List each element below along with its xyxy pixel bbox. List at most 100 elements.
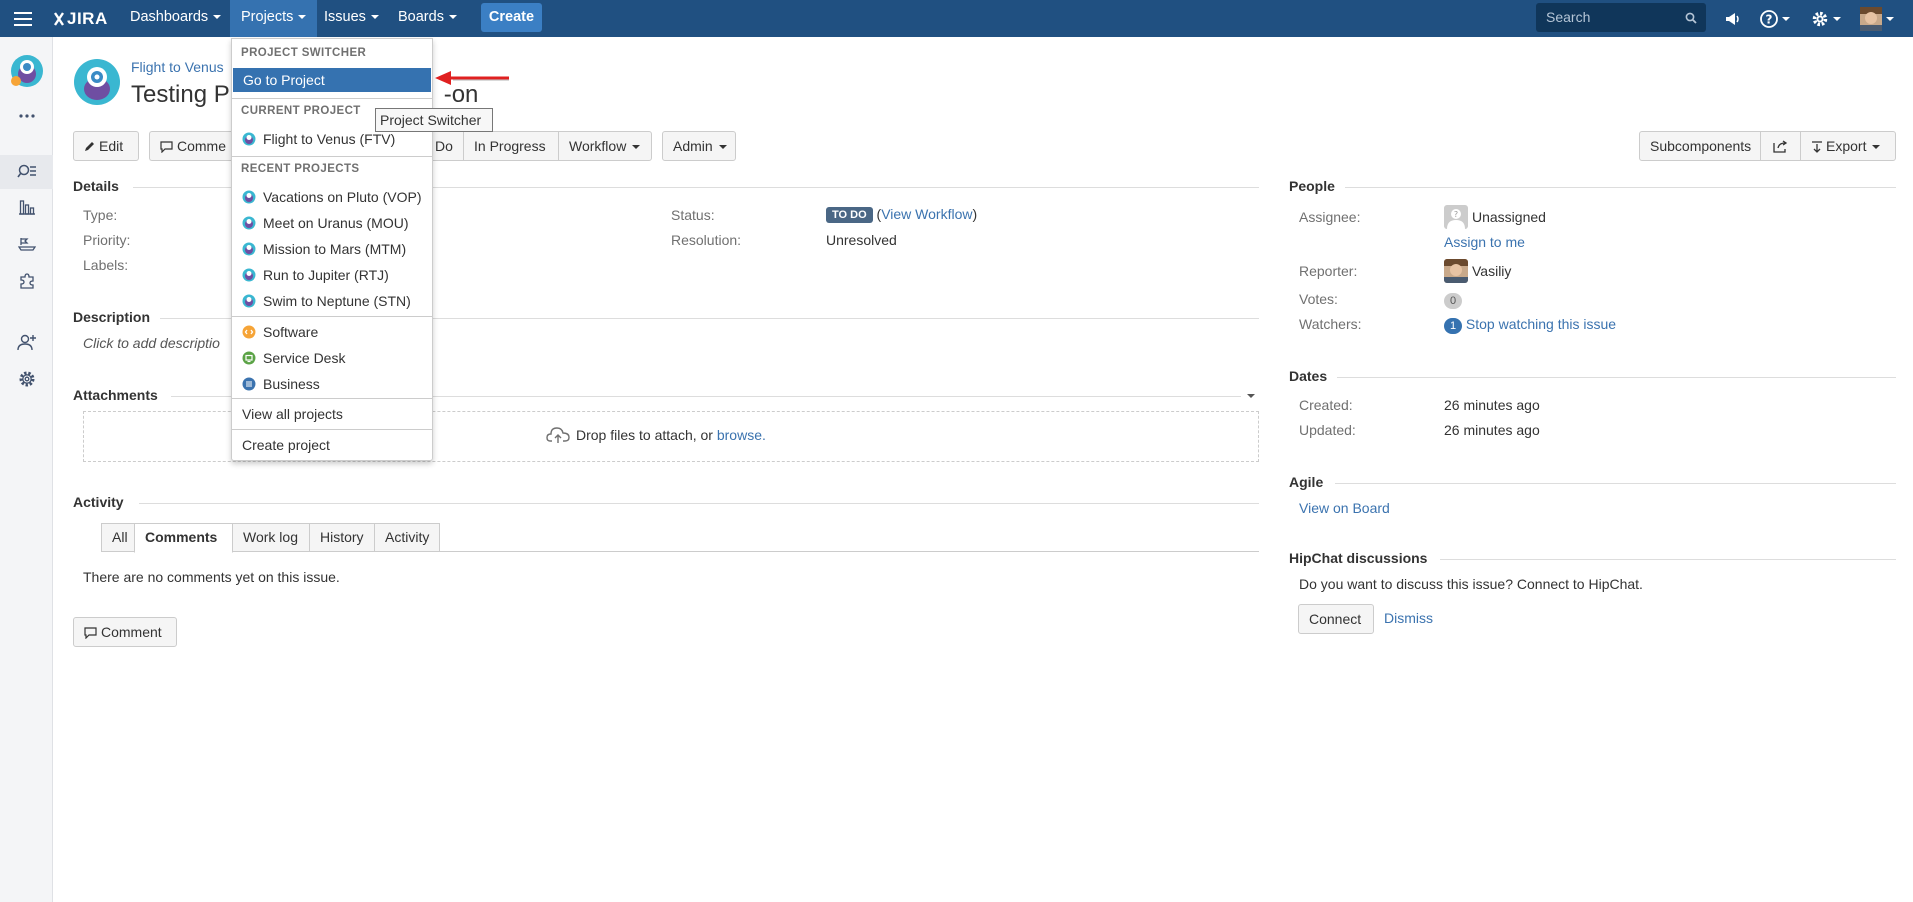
business-type-icon: [242, 377, 256, 391]
description-heading[interactable]: Description: [73, 309, 150, 325]
details-heading[interactable]: Details: [73, 178, 119, 194]
project-avatar-icon: [242, 132, 256, 146]
chevron-down-icon: [1833, 16, 1841, 21]
project-type-business-item[interactable]: Business: [232, 372, 432, 396]
recent-project-item[interactable]: Vacations on Pluto (VOP): [232, 185, 432, 209]
user-profile-menu[interactable]: [1860, 0, 1894, 37]
project-avatar[interactable]: [73, 58, 121, 106]
created-value: 26 minutes ago: [1444, 397, 1540, 413]
agile-heading[interactable]: Agile: [1289, 474, 1323, 490]
people-heading[interactable]: People: [1289, 178, 1335, 194]
project-switcher-heading: PROJECT SWITCHER: [241, 47, 367, 59]
status-value: TO DO (View Workflow): [826, 206, 977, 223]
chevron-down-icon: [370, 15, 379, 20]
description-placeholder[interactable]: Click to add descriptio: [83, 335, 220, 351]
stop-watching-link[interactable]: Stop watching this issue: [1466, 316, 1616, 332]
attachments-options-chevron-icon[interactable]: [1247, 394, 1255, 398]
comment-icon: [84, 627, 97, 639]
nav-dashboards[interactable]: Dashboards: [119, 0, 232, 37]
in-progress-label: In Progress: [474, 138, 546, 154]
recent-project-item[interactable]: Swim to Neptune (STN): [232, 289, 432, 313]
assignee-value[interactable]: Unassigned: [1472, 209, 1546, 225]
current-project-heading: CURRENT PROJECT: [241, 105, 361, 117]
watchers-label: Watchers:: [1299, 316, 1362, 332]
updated-label: Updated:: [1299, 422, 1356, 438]
share-button[interactable]: [1760, 131, 1801, 161]
go-to-project-item[interactable]: Go to Project: [233, 68, 431, 92]
tab-comments-label: Comments: [145, 529, 218, 545]
votes-value[interactable]: 0: [1444, 291, 1462, 309]
recent-project-label: Swim to Neptune (STN): [263, 293, 411, 309]
project-avatar-icon: [74, 59, 120, 105]
menu-divider: [232, 398, 432, 399]
settings-menu[interactable]: [1811, 0, 1841, 37]
project-type-service-desk-item[interactable]: Service Desk: [232, 346, 432, 370]
votes-count-badge[interactable]: 0: [1444, 293, 1462, 309]
sidebar-releases-ship-icon[interactable]: [0, 227, 53, 261]
go-to-project-label: Go to Project: [243, 72, 325, 88]
subcomponents-button[interactable]: Subcomponents: [1639, 131, 1761, 161]
hipchat-divider: [1440, 559, 1896, 560]
workflow-menu-button[interactable]: Workflow: [558, 131, 652, 161]
tab-work-log-label: Work log: [243, 529, 298, 545]
create-project-item[interactable]: Create project: [232, 433, 432, 457]
recent-project-item[interactable]: Mission to Mars (MTM): [232, 237, 432, 261]
tab-activity[interactable]: Activity: [374, 523, 440, 552]
view-all-projects-item[interactable]: View all projects: [232, 402, 432, 426]
hipchat-heading[interactable]: HipChat discussions: [1289, 550, 1427, 566]
project-type-software-item[interactable]: Software: [232, 320, 432, 344]
project-avatar-icon: [242, 242, 256, 256]
app-switcher-menu-icon[interactable]: [14, 0, 32, 37]
hipchat-connect-button[interactable]: Connect: [1298, 604, 1374, 634]
view-on-board-link[interactable]: View on Board: [1299, 500, 1390, 516]
hipchat-dismiss-link[interactable]: Dismiss: [1384, 610, 1433, 626]
status-label: Status:: [671, 207, 715, 223]
recent-project-item[interactable]: Meet on Uranus (MOU): [232, 211, 432, 235]
edit-button[interactable]: Edit: [73, 131, 139, 161]
admin-menu-button[interactable]: Admin: [662, 131, 736, 161]
reporter-avatar: [1444, 259, 1468, 283]
create-button[interactable]: Create: [481, 3, 542, 32]
no-comments-message: There are no comments yet on this issue.: [83, 569, 340, 585]
notifications-megaphone-icon[interactable]: [1724, 0, 1742, 37]
status-badge: TO DO: [826, 207, 873, 223]
sidebar-more-icon[interactable]: [0, 99, 53, 133]
nav-issues[interactable]: Issues: [313, 0, 390, 37]
add-comment-button[interactable]: Comment: [73, 617, 177, 647]
jira-logo[interactable]: JIRA: [53, 0, 108, 37]
sidebar-addons-puzzle-icon[interactable]: [0, 264, 53, 298]
sidebar-add-people-icon[interactable]: [0, 325, 53, 359]
projects-dropdown-menu: PROJECT SWITCHER Go to Project CURRENT P…: [231, 38, 433, 461]
assign-to-me-link[interactable]: Assign to me: [1444, 234, 1525, 250]
help-menu[interactable]: ?: [1760, 0, 1790, 37]
recent-projects-heading: RECENT PROJECTS: [241, 163, 360, 175]
attachments-heading[interactable]: Attachments: [73, 387, 158, 403]
comment-toolbar-button[interactable]: Comme: [149, 131, 239, 161]
browse-link[interactable]: browse.: [717, 427, 766, 443]
tab-work-log[interactable]: Work log: [232, 523, 310, 552]
tab-all[interactable]: All: [101, 523, 135, 552]
breadcrumb-project-link[interactable]: Flight to Venus: [131, 59, 224, 75]
export-menu-button[interactable]: Export: [1800, 131, 1896, 161]
nav-projects[interactable]: Projects: [230, 0, 318, 37]
sidebar-project-avatar[interactable]: [0, 51, 53, 91]
help-icon: ?: [1760, 9, 1778, 28]
reporter-value[interactable]: Vasiliy: [1472, 263, 1511, 279]
nav-boards[interactable]: Boards: [387, 0, 468, 37]
chevron-down-icon: [448, 15, 457, 20]
activity-heading[interactable]: Activity: [73, 494, 124, 510]
recent-project-item[interactable]: Run to Jupiter (RTJ): [232, 263, 432, 287]
cloud-upload-icon: [546, 426, 570, 444]
view-workflow-link[interactable]: View Workflow: [881, 206, 972, 222]
sidebar-project-settings-gear-icon[interactable]: [0, 362, 53, 396]
dates-heading[interactable]: Dates: [1289, 368, 1327, 384]
tab-comments[interactable]: Comments: [134, 523, 233, 553]
sidebar-issues-search-icon[interactable]: [0, 155, 53, 189]
tab-history[interactable]: History: [309, 523, 375, 552]
sidebar-reports-chart-icon[interactable]: [0, 190, 53, 224]
search-input[interactable]: Search: [1536, 3, 1706, 32]
watchers-count-badge[interactable]: 1: [1444, 318, 1462, 334]
in-progress-transition-button[interactable]: In Progress: [463, 131, 559, 161]
software-type-icon: [242, 325, 256, 339]
labels-label: Labels:: [83, 257, 129, 273]
